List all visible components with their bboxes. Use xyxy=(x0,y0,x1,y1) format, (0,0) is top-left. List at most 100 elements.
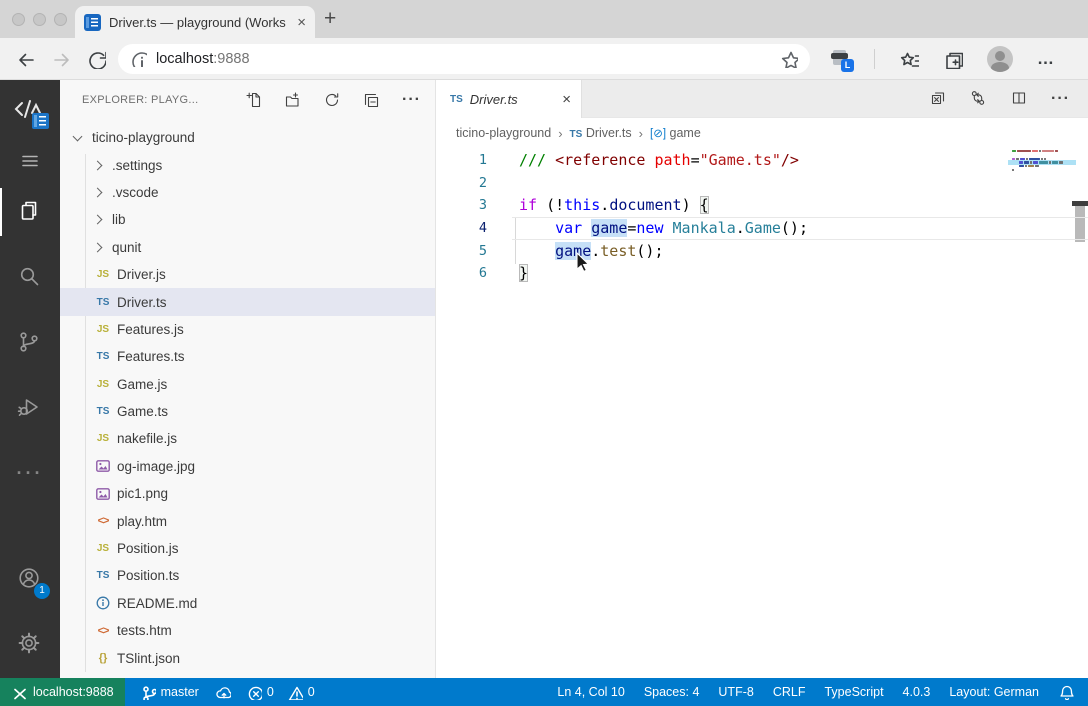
code-line-5[interactable]: 5 game.test(); xyxy=(436,240,1088,263)
minimap-line xyxy=(1012,165,1068,167)
tree-item-label: .vscode xyxy=(112,185,159,200)
status-item[interactable]: 4.0.3 xyxy=(903,685,931,699)
code-line-3[interactable]: 3if (!this.document) { xyxy=(436,194,1088,217)
tree-item-Position.js[interactable]: JSPosition.js xyxy=(60,535,435,562)
code-line-1[interactable]: 1/// <reference path="Game.ts"/> xyxy=(436,149,1088,172)
explorer-actions: ··· xyxy=(246,91,421,109)
back-icon[interactable] xyxy=(14,48,36,70)
symbol-variable-icon: [⊘] xyxy=(650,128,666,140)
code-editor[interactable]: 1/// <reference path="Game.ts"/>23if (!t… xyxy=(436,148,1088,678)
tree-root[interactable]: ticino-playground xyxy=(60,124,435,151)
publish-changes-button[interactable] xyxy=(215,684,231,700)
source-control-icon[interactable] xyxy=(0,319,60,367)
status-item[interactable]: UTF-8 xyxy=(718,685,753,699)
tab-close-icon[interactable]: × xyxy=(297,15,306,30)
search-icon[interactable] xyxy=(0,253,60,301)
ts-file-icon: TS xyxy=(94,570,112,581)
status-item[interactable]: Layout: German xyxy=(949,685,1039,699)
error-icon xyxy=(247,685,262,700)
tree-item-label: Position.ts xyxy=(117,568,179,583)
breadcrumb-item[interactable]: ticino-playground xyxy=(456,126,551,140)
explorer-sidebar: EXPLORER: PLAYG... ··· ticino-playground… xyxy=(60,80,435,678)
editor-tab-close-icon[interactable]: × xyxy=(562,91,571,108)
remote-indicator[interactable]: localhost:9888 xyxy=(0,678,125,706)
refresh-explorer-icon[interactable] xyxy=(324,92,340,108)
line-number: 6 xyxy=(436,262,487,285)
status-item[interactable]: TypeScript xyxy=(824,685,883,699)
tree-item-nakefile.js[interactable]: JSnakefile.js xyxy=(60,425,435,452)
code-line-4[interactable]: 4 var game=new Mankala.Game(); xyxy=(436,217,1088,240)
code-line-2[interactable]: 2 xyxy=(436,172,1088,195)
address-bar[interactable]: localhost:9888 xyxy=(118,44,810,74)
tree-item-Features.ts[interactable]: TSFeatures.ts xyxy=(60,343,435,370)
tree-item-TSlint.json[interactable]: {}TSlint.json xyxy=(60,644,435,671)
settings-gear-icon[interactable] xyxy=(0,620,60,668)
new-file-icon[interactable] xyxy=(246,92,262,108)
notifications-bell-icon[interactable] xyxy=(1058,684,1074,700)
split-editor-icon[interactable] xyxy=(1011,90,1028,107)
status-bar-right: Ln 4, Col 10 Spaces: 4 UTF-8 CRLF TypeScript… xyxy=(557,684,1088,700)
line-number: 2 xyxy=(436,172,487,195)
tree-item-README.md[interactable]: README.md xyxy=(60,590,435,617)
problems-status[interactable]: 0 0 xyxy=(247,685,315,700)
editor-more-actions-icon[interactable]: ··· xyxy=(1051,90,1070,108)
refresh-icon[interactable] xyxy=(86,49,106,69)
close-window-button[interactable] xyxy=(12,13,25,26)
status-item[interactable]: Ln 4, Col 10 xyxy=(557,685,624,699)
tree-item-Position.ts[interactable]: TS Position.ts xyxy=(60,562,435,589)
minimap[interactable] xyxy=(1012,150,1068,173)
status-item[interactable]: Spaces: 4 xyxy=(644,685,700,699)
run-debug-icon[interactable] xyxy=(0,384,60,432)
code-token: "Game.ts" xyxy=(700,151,781,169)
accounts-icon[interactable]: 1 xyxy=(0,555,60,603)
tree-item-lib[interactable]: lib xyxy=(60,206,435,233)
tree-item-Features.js[interactable]: JSFeatures.js xyxy=(60,316,435,343)
site-info-icon[interactable] xyxy=(130,50,147,67)
ts-file-icon: TS xyxy=(570,129,583,140)
breadcrumb-item[interactable]: TS Driver.ts xyxy=(570,126,632,140)
profile-avatar[interactable] xyxy=(987,46,1013,72)
code-line-6[interactable]: 6} xyxy=(436,262,1088,285)
tree-item-Driver.ts[interactable]: TSDriver.ts xyxy=(60,288,435,315)
tree-item-qunit[interactable]: qunit xyxy=(60,234,435,261)
code-token xyxy=(519,242,555,260)
tree-item-Driver.js[interactable]: JSDriver.js xyxy=(60,261,435,288)
browser-menu-icon[interactable]: … xyxy=(1037,49,1056,69)
tree-item-Game.ts[interactable]: TSGame.ts xyxy=(60,398,435,425)
git-branch-status[interactable]: master xyxy=(141,685,199,700)
breadcrumb-item[interactable]: [⊘] game xyxy=(650,126,701,140)
browser-tab[interactable]: Driver.ts — playground (Works × xyxy=(75,6,315,38)
new-folder-icon[interactable] xyxy=(285,92,301,108)
minimap-segment xyxy=(1025,165,1027,167)
menu-icon[interactable] xyxy=(0,137,60,185)
explorer-icon[interactable] xyxy=(0,188,60,236)
tree-item-.vscode[interactable]: .vscode xyxy=(60,179,435,206)
collections-icon[interactable] xyxy=(943,49,963,69)
add-favorite-icon[interactable] xyxy=(779,49,798,68)
minimap-segment xyxy=(1032,150,1038,152)
code-token: (); xyxy=(636,242,663,260)
open-changes-icon[interactable] xyxy=(970,90,988,108)
new-tab-button[interactable]: + xyxy=(324,7,336,31)
tree-item-.settings[interactable]: .settings xyxy=(60,151,435,178)
tree-item-tests.htm[interactable]: <>tests.htm xyxy=(60,617,435,644)
minimize-window-button[interactable] xyxy=(33,13,46,26)
tree-item-label: Driver.js xyxy=(117,267,166,282)
tree-item-Game.js[interactable]: JSGame.js xyxy=(60,371,435,398)
tree-item-og-image.jpg[interactable]: og-image.jpg xyxy=(60,453,435,480)
minimap-segment xyxy=(1019,165,1025,167)
tree-item-play.htm[interactable]: <>play.htm xyxy=(60,507,435,534)
js-file-icon: JS xyxy=(94,324,112,335)
status-item[interactable]: CRLF xyxy=(773,685,806,699)
tree-item-pic1.png[interactable]: pic1.png xyxy=(60,480,435,507)
more-views-icon[interactable]: ··· xyxy=(0,449,60,497)
explorer-more-icon[interactable]: ··· xyxy=(402,91,421,109)
collapse-all-icon[interactable] xyxy=(363,92,379,108)
close-all-editors-icon[interactable] xyxy=(930,90,947,107)
extension-icon[interactable]: L xyxy=(830,50,850,68)
zoom-window-button[interactable] xyxy=(54,13,67,26)
favorites-bar-icon[interactable] xyxy=(899,49,919,69)
tree-item-label: lib xyxy=(112,212,126,227)
editor-tab-driver-ts[interactable]: TS Driver.ts × xyxy=(436,80,582,118)
tree-item-label: qunit xyxy=(112,240,141,255)
